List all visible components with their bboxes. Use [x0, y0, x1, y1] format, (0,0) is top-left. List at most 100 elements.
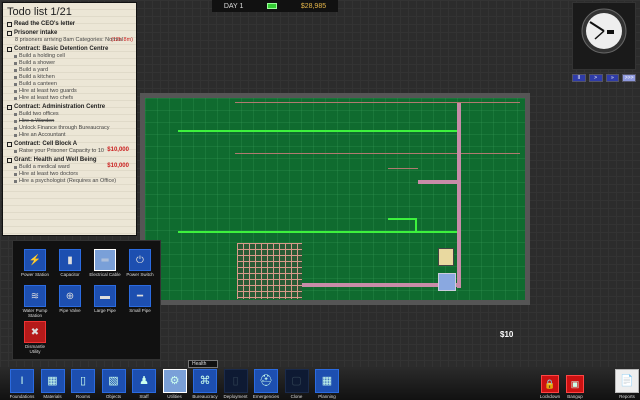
- checkbox-icon[interactable]: [7, 105, 12, 110]
- rooms-icon: ▯: [71, 369, 95, 393]
- toolbar-label: Bangup: [567, 394, 583, 399]
- toolbar-label: Bureaucracy: [192, 394, 218, 399]
- lockdown-icon: 🔒: [541, 375, 559, 393]
- speed-controls: II >» >>>: [572, 74, 636, 84]
- todo-item-label: Grant: Health and Well Being: [14, 157, 97, 163]
- power-switch-icon: ⏻: [129, 249, 151, 271]
- toolbar-label: Staff: [139, 394, 149, 399]
- deployment-icon: ▯: [223, 369, 248, 393]
- todo-timer: (12h 8m): [110, 37, 133, 43]
- toolbar-utilities[interactable]: ⚙ Utilities: [160, 369, 190, 399]
- prison-map[interactable]: [140, 93, 530, 305]
- build-item-label: Large Pipe: [94, 308, 116, 313]
- build-item-label: Small Pipe: [129, 308, 151, 313]
- utilities-build-menu: ⚡ Power Station ▮ Capacitor ═ Electrical Cabl…: [12, 240, 161, 360]
- todo-item[interactable]: Read the CEO's letter: [7, 21, 132, 28]
- todo-item[interactable]: Contract: Administration Centre: [7, 104, 132, 111]
- toolbar-planning[interactable]: ▦ Planning: [312, 369, 342, 399]
- toolbar-label: Materials: [43, 394, 62, 399]
- todo-subtask: Build a shower: [7, 60, 132, 67]
- toolbar-rooms[interactable]: ▯ Rooms: [68, 369, 98, 399]
- toolbar-label: Planning: [318, 394, 336, 399]
- build-item-pipe-valve[interactable]: ⊕ Pipe Valve: [54, 285, 86, 313]
- checkbox-icon[interactable]: [7, 142, 12, 147]
- todo-item-label: Contract: Cell Block A: [14, 141, 78, 147]
- build-item-capacitor[interactable]: ▮ Capacitor: [54, 249, 86, 277]
- todo-item-label: Read the CEO's letter: [14, 21, 76, 27]
- build-item-power-switch[interactable]: ⏻ Power Switch: [124, 249, 156, 277]
- clone-icon: ▢: [284, 369, 309, 393]
- build-item-label: Dismantle Utility: [24, 344, 45, 354]
- toolbar-bureaucracy[interactable]: ⌘ Bureaucracy: [190, 369, 220, 399]
- build-item-small-pipe[interactable]: ━ Small Pipe: [124, 285, 156, 313]
- toolbar-staff[interactable]: ♟ Staff: [129, 369, 159, 399]
- toolbar-bangup[interactable]: ▣ Bangup: [560, 369, 590, 399]
- todo-subtask: Build a medical ward: [7, 164, 132, 171]
- build-item-label: Power Switch: [126, 272, 154, 277]
- todo-subtask: Hire at least two doctors: [7, 171, 132, 178]
- day-counter: DAY 1: [223, 2, 244, 10]
- todo-subtask: Hire a Warden: [7, 118, 132, 125]
- speed-button[interactable]: >>>: [622, 74, 636, 82]
- build-item-label: Water Pump Station: [22, 308, 48, 318]
- tooltip: Health: [188, 360, 218, 368]
- todo-item[interactable]: Contract: Cell Block A $10,000: [7, 141, 132, 153]
- toolbar-emergencies[interactable]: ⛑ Emergencies: [251, 369, 281, 399]
- build-item-large-pipe[interactable]: ▬ Large Pipe: [89, 285, 121, 313]
- todo-subtask: Hire an Accountant: [7, 132, 132, 139]
- build-item-water-pump-station[interactable]: ≋ Water Pump Station: [19, 285, 51, 318]
- todo-subtask: Hire at least two guards: [7, 88, 132, 95]
- build-item-label: Electrical Cable: [89, 272, 121, 277]
- money-balance: $28,985: [300, 2, 327, 10]
- todo-list-panel: Todo list 1/21 Read the CEO's letter Pris…: [2, 2, 137, 236]
- todo-subtask: Raise your Prisoner Capacity to 10: [7, 148, 132, 155]
- speed-button[interactable]: >: [588, 74, 603, 82]
- dismantle-utility-icon: ✖: [24, 321, 46, 343]
- todo-item[interactable]: Contract: Basic Detention Centre: [7, 46, 132, 53]
- cash-icon: [267, 3, 278, 9]
- toolbar-objects[interactable]: ▧ Objects: [99, 369, 129, 399]
- electrical-cable-icon: ═: [94, 249, 116, 271]
- speed-button[interactable]: »: [605, 74, 620, 82]
- power-station-icon: ⚡: [24, 249, 46, 271]
- build-item-dismantle-utility[interactable]: ✖ Dismantle Utility: [19, 321, 51, 354]
- toolbar-materials[interactable]: ▦ Materials: [38, 369, 68, 399]
- bangup-icon: ▣: [566, 375, 584, 393]
- toolbar-label: Utilities: [167, 394, 182, 399]
- emergencies-icon: ⛑: [254, 369, 278, 393]
- reports-icon: 📄: [615, 369, 639, 393]
- water-pump-station-icon: ≋: [24, 285, 46, 307]
- todo-subtask: Hire a psychologist (Requires an Office): [7, 178, 132, 185]
- build-item-label: Pipe Valve: [59, 308, 81, 313]
- toolbar-label: Rooms: [75, 394, 91, 399]
- reward-popup: $10: [500, 330, 514, 339]
- checkbox-icon[interactable]: [7, 31, 12, 36]
- checkbox-icon[interactable]: [7, 22, 12, 27]
- todo-subtask: Build two offices: [7, 111, 132, 118]
- toolbar-deployment[interactable]: ▯ Deployment: [221, 369, 251, 399]
- todo-item[interactable]: Prisoner intake: [7, 30, 132, 37]
- todo-item[interactable]: Grant: Health and Well Being $10,000: [7, 157, 132, 169]
- toolbar-reports[interactable]: 📄 Reports: [612, 369, 640, 399]
- toolbar-clone[interactable]: ▢ Clone: [282, 369, 312, 399]
- status-bar: DAY 1 $28,985: [212, 0, 338, 12]
- toolbar-label: Clone: [290, 394, 303, 399]
- prison-floor[interactable]: [145, 98, 525, 300]
- capacitor-icon: ▮: [59, 249, 81, 271]
- todo-item-label: Contract: Basic Detention Centre: [14, 46, 109, 52]
- toolbar-label: Reports: [619, 394, 635, 399]
- todo-subtask: Build a holding cell: [7, 53, 132, 60]
- build-item-electrical-cable[interactable]: ═ Electrical Cable: [89, 249, 121, 277]
- checkbox-icon[interactable]: [7, 47, 12, 52]
- toolbar-label: Objects: [105, 394, 122, 399]
- todo-subtask: Unlock Finance through Bureaucracy: [7, 125, 132, 132]
- toolbar-label: Emergencies: [252, 394, 280, 399]
- checkbox-icon[interactable]: [7, 158, 12, 163]
- build-item-label: Power Station: [20, 272, 49, 277]
- build-item-power-station[interactable]: ⚡ Power Station: [19, 249, 51, 277]
- toolbar-foundations[interactable]: I Foundations: [7, 369, 37, 399]
- clock-face-icon: [581, 8, 627, 54]
- speed-button[interactable]: II: [572, 74, 586, 82]
- todo-subtask: Build a canteen: [7, 81, 132, 88]
- pipe-grid: [237, 243, 302, 299]
